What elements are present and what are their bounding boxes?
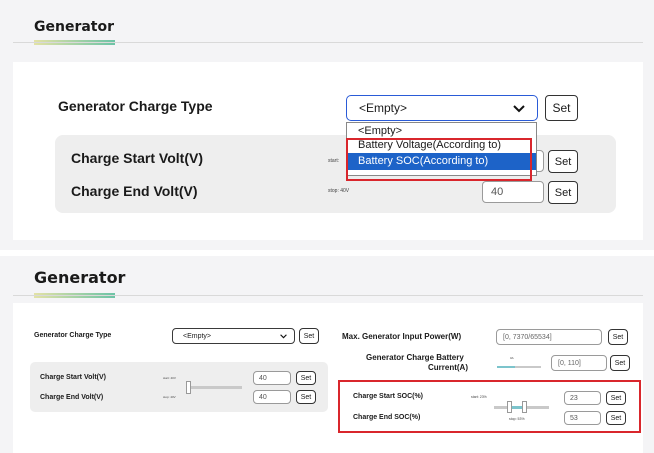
bottom-stop-soc-slider-text: stop: 53% (509, 417, 525, 421)
top-stop-slider-text: stop: 40V (328, 188, 350, 194)
top-charge-type-select[interactable]: <Empty> (346, 95, 538, 121)
bottom-end-volt-input[interactable]: 40 (253, 390, 291, 404)
bottom-start-volt-set-button[interactable]: Set (296, 371, 316, 385)
bottom-soc-highlight-box (338, 380, 641, 433)
dropdown-option-empty[interactable]: <Empty> (347, 125, 536, 138)
chevron-down-icon (280, 334, 287, 339)
bottom-charge-type-value: <Empty> (183, 332, 212, 340)
bottom-start-soc-input[interactable]: 23 (564, 391, 601, 405)
bottom-page-title: Generator (34, 268, 126, 287)
top-charge-type-label: Generator Charge Type (58, 98, 213, 114)
top-charge-type-set-button[interactable]: Set (545, 95, 578, 121)
top-highlight-box (346, 138, 532, 181)
bottom-stop-volt-slider-text: stop: 40V (163, 395, 176, 399)
bottom-max-input-power-placeholder: [0, 7370/65534] (503, 333, 552, 341)
top-start-slider-text: start: (328, 158, 340, 164)
bottom-max-input-power-input[interactable]: [0, 7370/65534] (496, 329, 602, 345)
bottom-charge-type-select[interactable]: <Empty> (172, 328, 295, 344)
bottom-start-volt-label: Charge Start Volt(V) (40, 374, 106, 381)
bottom-end-soc-set-button[interactable]: Set (606, 411, 626, 425)
chevron-down-icon (513, 105, 525, 113)
bottom-end-soc-input[interactable]: 53 (564, 411, 601, 425)
bottom-volt-panel (30, 362, 328, 412)
bottom-soc-stop-thumb[interactable] (522, 401, 527, 413)
top-page-title: Generator (34, 19, 115, 35)
top-charge-type-value: <Empty> (359, 101, 408, 115)
bottom-start-volt-slider-text: start: 40V (163, 376, 176, 380)
top-start-volt-label: Charge Start Volt(V) (71, 150, 203, 166)
top-divider (13, 42, 643, 43)
bottom-divider (13, 295, 643, 296)
bottom-battery-current-slider-track[interactable] (515, 366, 541, 368)
bottom-battery-current-placeholder: [0, 110] (558, 359, 581, 367)
top-start-volt-set-button[interactable]: Set (548, 150, 578, 173)
bottom-charge-type-set-button[interactable]: Set (299, 328, 319, 344)
bottom-start-soc-slider-text: start: 23% (471, 395, 487, 399)
bottom-battery-current-label-line1: Generator Charge Battery (366, 353, 464, 362)
top-end-volt-set-button[interactable]: Set (548, 181, 578, 204)
bottom-end-soc-label: Charge End SOC(%) (353, 414, 421, 421)
bottom-battery-current-slider-fill (497, 366, 515, 368)
bottom-volt-slider-track[interactable] (186, 386, 242, 389)
bottom-max-input-power-label: Max. Generator Input Power(W) (342, 332, 462, 341)
top-end-volt-label: Charge End Volt(V) (71, 183, 198, 199)
bottom-volt-slider-thumb[interactable] (186, 381, 191, 394)
bottom-charge-type-label: Generator Charge Type (34, 332, 112, 339)
bottom-start-soc-label: Charge Start SOC(%) (353, 393, 424, 400)
bottom-soc-start-thumb[interactable] (507, 401, 512, 413)
bottom-battery-current-slider-text: 0A (510, 356, 514, 360)
top-end-volt-input[interactable]: 40 (482, 181, 544, 203)
bottom-start-soc-set-button[interactable]: Set (606, 391, 626, 405)
bottom-battery-current-set-button[interactable]: Set (610, 355, 630, 371)
bottom-start-volt-input[interactable]: 40 (253, 371, 291, 385)
bottom-battery-current-label-line2: Current(A) (428, 363, 468, 372)
bottom-battery-current-input[interactable]: [0, 110] (551, 355, 607, 371)
bottom-end-volt-label: Charge End Volt(V) (40, 394, 104, 401)
bottom-max-input-power-set-button[interactable]: Set (608, 329, 628, 345)
bottom-end-volt-set-button[interactable]: Set (296, 390, 316, 404)
